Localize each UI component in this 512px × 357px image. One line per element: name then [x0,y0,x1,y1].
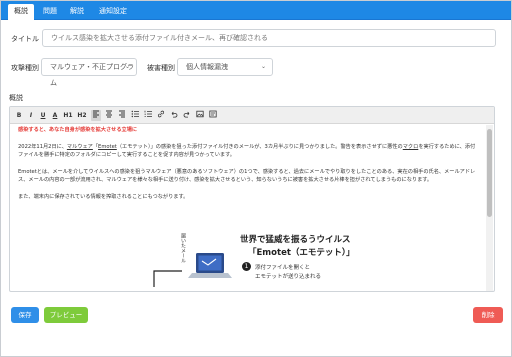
save-button[interactable]: 保存 [11,307,39,323]
tab-explanation[interactable]: 解説 [65,4,89,20]
macro-link[interactable]: マクロ [403,144,419,150]
title-input[interactable]: ウイルス感染を拡大させる添付ファイル付きメール、再び確認される [42,29,496,47]
attack-type-select[interactable]: マルウェア・不正プログラム ⌄ [41,58,137,87]
figure-step-line-2: エモテットが送り込まれる [255,274,322,280]
damage-type-label: 被害種別 [147,64,175,72]
font-color-button[interactable]: A [50,110,60,121]
figure-title-line-1: 世界で猛威を振るうウイルス [240,235,351,245]
p1-text-a: 2022年11月2日に、 [18,143,67,150]
heading1-button[interactable]: H1 [62,110,74,121]
attack-type-value: マルウェア・不正プログラム [50,63,134,87]
editor-content[interactable]: 感染すると、あなた自身が感染を拡大させる立場に 2022年11月2日に、マルウェ… [18,126,480,209]
paragraph-2: Emotetとは、メールを介してウイルスへの感染を狙うマルウェア（悪意のあるソフ… [18,168,476,184]
chevron-down-icon: ⌄ [260,63,266,70]
redo-icon[interactable] [182,110,192,121]
align-center-icon[interactable] [104,110,114,121]
delete-button[interactable]: 削除 [473,307,503,323]
warning-text: 感染すると、あなた自身が感染を拡大させる立場に [18,127,138,133]
paragraph-3: また、端末内に保存されている情報を搾取されることにもつながります。 [18,193,189,200]
heading2-button[interactable]: H2 [76,110,88,121]
editor-toolbar: B I U A H1 H2 [10,107,494,124]
emotet-link[interactable]: Emotet [98,144,117,150]
link-icon[interactable] [156,110,166,121]
step-number-badge: 1 [242,262,251,271]
undo-icon[interactable] [169,110,179,121]
numbered-list-icon[interactable] [143,110,153,121]
scrollbar-thumb[interactable] [487,129,492,217]
damage-type-value: 個人情報漏洩 [186,63,228,71]
paragraph-1: 2022年11月2日に、マルウェア「Emotet（エモテット）」の感染を狙った添… [18,143,480,160]
overview-label: 概説 [9,94,23,102]
figure-step-line-1: 添付ファイルを開くと [255,265,311,271]
code-icon[interactable] [208,110,218,121]
bold-button[interactable]: B [14,110,24,121]
editor-window: 概説 問題 解説 通知設定 タイトル ウイルス感染を拡大させる添付ファイル付きメ… [0,0,512,357]
preview-button[interactable]: プレビュー [44,307,88,323]
underline-button[interactable]: U [38,110,48,121]
tab-notification-settings[interactable]: 通知設定 [93,4,133,20]
emotet-infographic: 届いたメール 世界で猛威を振るうウイルス 「Emotet（エモテット）」 1 添… [150,233,390,291]
chevron-down-icon: ⌄ [124,63,130,70]
figure-title-line-2: 「Emotet（エモテット）」 [248,248,355,258]
malware-link[interactable]: マルウェア [67,144,93,150]
image-icon[interactable] [195,110,205,121]
laptop-illustration [153,253,232,287]
editor-scrollbar[interactable] [486,125,493,291]
damage-type-select[interactable]: 個人情報漏洩 ⌄ [177,58,273,76]
align-left-icon[interactable] [91,110,101,121]
tab-bar: 概説 問題 解説 通知設定 [1,1,511,20]
rich-text-editor[interactable]: B I U A H1 H2 感染すると、あなた自身が感染を拡大させる立場に 20… [9,106,495,292]
tab-overview[interactable]: 概説 [8,4,34,20]
tab-questions[interactable]: 問題 [38,4,62,20]
italic-button[interactable]: I [26,110,36,121]
p1-text-c: （エモテット）」の感染を狙った添付ファイル付きのメールが、3カ月半ぶりに見つかり… [116,143,403,150]
title-label: タイトル [11,35,39,43]
bullet-list-icon[interactable] [130,110,140,121]
align-right-icon[interactable] [117,110,127,121]
attack-type-label: 攻撃種別 [11,64,39,72]
